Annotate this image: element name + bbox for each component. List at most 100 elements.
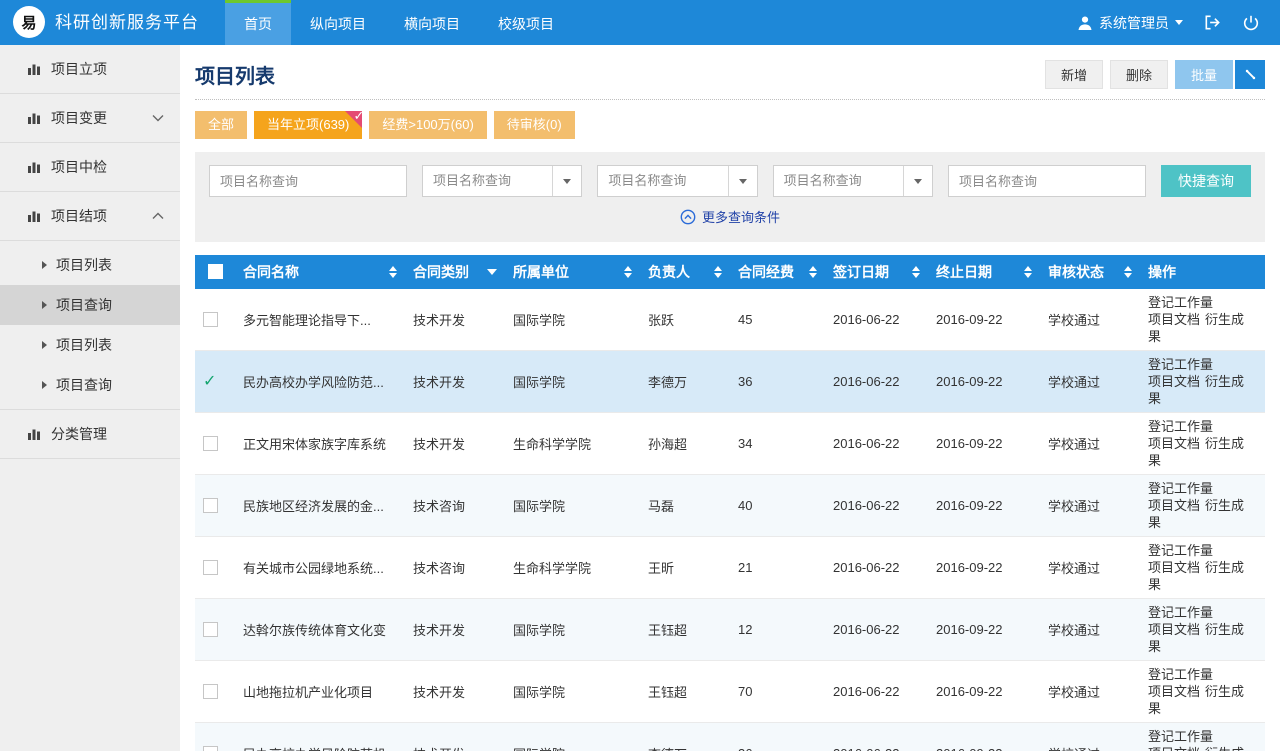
cell-end-date: 2016-09-22	[928, 412, 1040, 474]
column-header-fee[interactable]: 合同经费	[730, 255, 825, 289]
filter-tab-pending-review[interactable]: 待审核(0) ✓	[494, 111, 575, 139]
expand-button[interactable]	[1235, 60, 1265, 89]
sort-icon[interactable]	[714, 266, 722, 278]
column-header-end-date[interactable]: 终止日期	[928, 255, 1040, 289]
action-link-project-docs[interactable]: 项目文档	[1148, 684, 1200, 699]
table-row[interactable]: ✓ 多元智能理论指导下... 技术开发 国际学院 张跃 45 2016-06-2…	[195, 289, 1265, 351]
cell-fee: 70	[730, 660, 825, 722]
column-header-status[interactable]: 审核状态	[1040, 255, 1140, 289]
select-all-checkbox[interactable]	[208, 264, 223, 279]
sort-icon[interactable]	[389, 266, 397, 278]
sidebar-item-project-query-1[interactable]: 项目查询	[0, 285, 180, 325]
sidebar-item-project-query-2[interactable]: 项目查询	[0, 365, 180, 405]
triangle-right-icon	[42, 341, 47, 349]
cell-sign-date: 2016-06-22	[825, 350, 928, 412]
sidebar-item-project-midcheck[interactable]: 项目中检	[0, 143, 180, 192]
cell-fee: 36	[730, 350, 825, 412]
nav-tab-home[interactable]: 首页	[225, 0, 291, 45]
sidebar-item-category-management[interactable]: 分类管理	[0, 410, 180, 459]
table-row[interactable]: ✓ 达斡尔族传统体育文化变 技术开发 国际学院 王钰超 12 2016-06-2…	[195, 598, 1265, 660]
table-row[interactable]: ✓ 民族地区经济发展的金... 技术咨询 国际学院 马磊 40 2016-06-…	[195, 474, 1265, 536]
cell-leader: 张跃	[640, 289, 730, 351]
nav-tab-school-projects[interactable]: 校级项目	[479, 0, 573, 45]
chevron-down-icon	[903, 166, 932, 196]
cell-contract-type: 技术开发	[405, 289, 505, 351]
nav-tab-vertical-projects[interactable]: 纵向项目	[291, 0, 385, 45]
sort-icon[interactable]	[1124, 266, 1132, 278]
action-link-project-docs[interactable]: 项目文档	[1148, 560, 1200, 575]
action-link-register-workload[interactable]: 登记工作量	[1148, 419, 1213, 434]
action-link-register-workload[interactable]: 登记工作量	[1148, 667, 1213, 682]
row-checkbox[interactable]	[203, 684, 218, 699]
sort-icon[interactable]	[912, 266, 920, 278]
column-header-unit[interactable]: 所属单位	[505, 255, 640, 289]
switch-account-icon[interactable]	[1203, 13, 1222, 32]
column-header-actions[interactable]: 操作	[1140, 255, 1265, 289]
user-icon	[1077, 15, 1093, 31]
delete-button[interactable]: 删除	[1110, 60, 1168, 89]
filter-tab-current-year[interactable]: 当年立项(639) ✓	[254, 111, 362, 139]
cell-status: 学校通过	[1040, 722, 1140, 751]
action-link-project-docs[interactable]: 项目文档	[1148, 374, 1200, 389]
sidebar-item-project-initiation[interactable]: 项目立项	[0, 45, 180, 94]
row-checkbox[interactable]	[203, 498, 218, 513]
filter-tab-funding-over-1m[interactable]: 经费>100万(60) ✓	[369, 111, 486, 139]
row-checkbox[interactable]	[203, 622, 218, 637]
add-button[interactable]: 新增	[1045, 60, 1103, 89]
column-header-leader[interactable]: 负责人	[640, 255, 730, 289]
sort-icon[interactable]	[624, 266, 632, 278]
search-input-5[interactable]	[948, 165, 1146, 197]
sidebar-item-project-change[interactable]: 项目变更	[0, 94, 180, 143]
table-row[interactable]: ✓ 民办高校办学风险防范... 技术开发 国际学院 李德万 36 2016-06…	[195, 350, 1265, 412]
cell-leader: 王钰超	[640, 598, 730, 660]
action-link-register-workload[interactable]: 登记工作量	[1148, 543, 1213, 558]
table-row[interactable]: ✓ 山地拖拉机产业化项目 技术开发 国际学院 王钰超 70 2016-06-22…	[195, 660, 1265, 722]
column-header-contract-name[interactable]: 合同名称	[235, 255, 405, 289]
more-conditions-link[interactable]: 更多查询条件	[680, 207, 780, 226]
sidebar-item-project-closure[interactable]: 项目结项	[0, 192, 180, 241]
table-row[interactable]: ✓ 有关城市公园绿地系统... 技术咨询 生命科学学院 王昕 21 2016-0…	[195, 536, 1265, 598]
sidebar-item-project-list-1[interactable]: 项目列表	[0, 245, 180, 285]
column-header-contract-type[interactable]: 合同类别	[405, 255, 505, 289]
action-link-register-workload[interactable]: 登记工作量	[1148, 357, 1213, 372]
cell-leader: 孙海超	[640, 412, 730, 474]
row-checkbox[interactable]	[203, 312, 218, 327]
filter-dropdown-icon[interactable]	[487, 269, 497, 275]
table-header: 合同名称 合同类别 所属单位 负责人 合同经费 签订日期 终止日期	[195, 255, 1265, 289]
action-link-register-workload[interactable]: 登记工作量	[1148, 729, 1213, 744]
row-checkbox[interactable]	[203, 560, 218, 575]
row-select-cell: ✓	[195, 412, 235, 474]
batch-button[interactable]: 批量	[1175, 60, 1233, 89]
table-row[interactable]: ✓ 民办高校办学风险防范机 技术开发 国际学院 李德万 36 2016-06-2…	[195, 722, 1265, 751]
search-select-2[interactable]: 项目名称查询	[422, 165, 582, 197]
action-link-project-docs[interactable]: 项目文档	[1148, 436, 1200, 451]
search-input-1[interactable]	[209, 165, 407, 197]
action-link-register-workload[interactable]: 登记工作量	[1148, 295, 1213, 310]
sort-icon[interactable]	[1024, 266, 1032, 278]
action-link-register-workload[interactable]: 登记工作量	[1148, 605, 1213, 620]
cell-fee: 40	[730, 474, 825, 536]
user-menu[interactable]: 系统管理员	[1077, 13, 1183, 33]
cell-actions: 登记工作量项目文档衍生成果	[1140, 722, 1265, 751]
power-icon[interactable]	[1242, 14, 1260, 32]
search-select-3[interactable]: 项目名称查询	[597, 165, 757, 197]
row-checkbox[interactable]	[203, 746, 218, 751]
column-header-sign-date[interactable]: 签订日期	[825, 255, 928, 289]
content-header: 项目列表 新增 删除 批量	[195, 49, 1265, 99]
sort-icon[interactable]	[809, 266, 817, 278]
table-row[interactable]: ✓ 正文用宋体家族字库系统 技术开发 生命科学学院 孙海超 34 2016-06…	[195, 412, 1265, 474]
cell-contract-type: 技术开发	[405, 598, 505, 660]
sidebar-item-project-list-2[interactable]: 项目列表	[0, 325, 180, 365]
action-link-register-workload[interactable]: 登记工作量	[1148, 481, 1213, 496]
quick-search-button[interactable]: 快捷查询	[1161, 165, 1251, 197]
action-link-project-docs[interactable]: 项目文档	[1148, 622, 1200, 637]
action-link-project-docs[interactable]: 项目文档	[1148, 746, 1200, 751]
nav-tab-horizontal-projects[interactable]: 横向项目	[385, 0, 479, 45]
action-link-project-docs[interactable]: 项目文档	[1148, 498, 1200, 513]
cell-contract-name: 民族地区经济发展的金...	[235, 474, 405, 536]
action-link-project-docs[interactable]: 项目文档	[1148, 312, 1200, 327]
cell-contract-name: 民办高校办学风险防范...	[235, 350, 405, 412]
row-checkbox[interactable]	[203, 436, 218, 451]
search-select-4[interactable]: 项目名称查询	[773, 165, 933, 197]
filter-tab-all[interactable]: 全部 ✓	[195, 111, 247, 139]
